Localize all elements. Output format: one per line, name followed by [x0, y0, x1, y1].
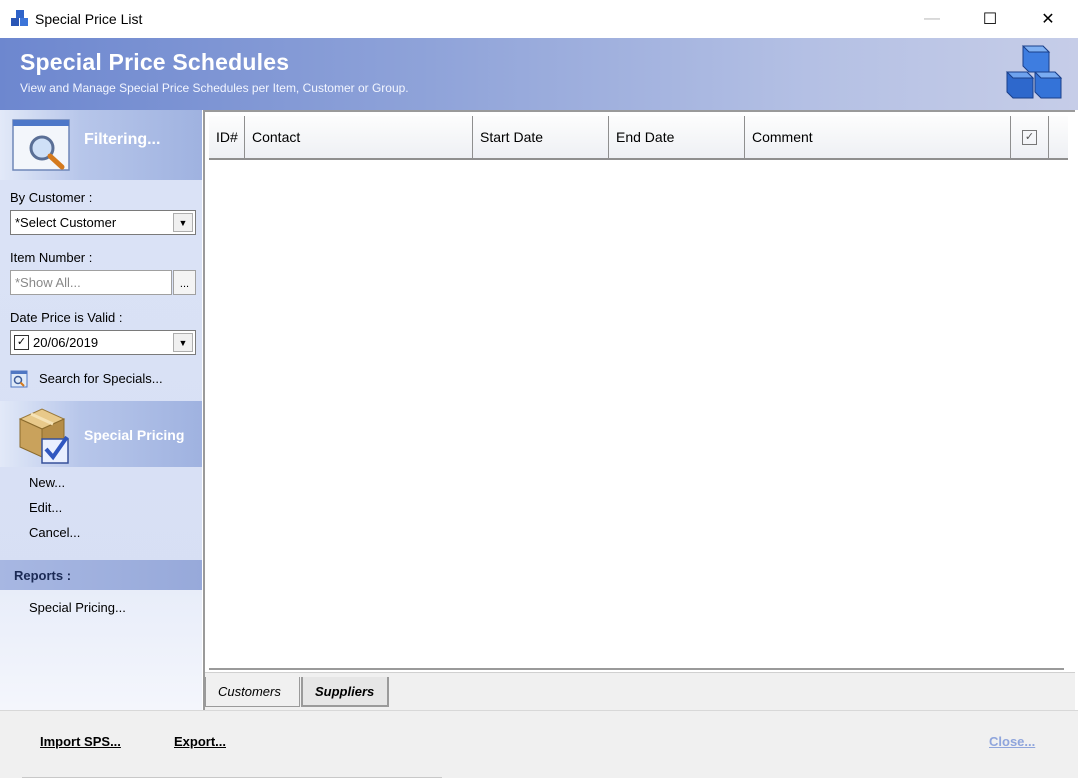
column-header-comment[interactable]: Comment	[745, 116, 1011, 158]
reports-heading: Reports :	[14, 568, 72, 583]
special-pricing-report-link[interactable]: Special Pricing...	[29, 600, 126, 615]
minimize-button[interactable]: —	[903, 0, 961, 38]
chevron-down-icon[interactable]: ▼	[173, 213, 193, 232]
left-panel: Filtering... By Customer : *Select Custo…	[0, 110, 202, 710]
customer-select[interactable]: *Select Customer ▼	[10, 210, 196, 235]
header-checkbox[interactable]: ✓	[1022, 129, 1037, 145]
cubes-logo-icon	[1005, 45, 1063, 99]
close-link[interactable]: Close...	[989, 734, 1035, 749]
item-number-input[interactable]: *Show All...	[10, 270, 172, 295]
search-specials-link[interactable]: Search for Specials...	[10, 370, 200, 390]
footer-bar: Import SPS... Export... Close...	[0, 710, 1078, 778]
cancel-special-link[interactable]: Cancel...	[29, 525, 80, 540]
customer-select-value: *Select Customer	[15, 215, 117, 230]
special-pricing-header: Special Pricing	[0, 401, 202, 467]
edit-special-link[interactable]: Edit...	[29, 500, 62, 515]
box-check-icon	[18, 408, 69, 464]
window-title: Special Price List	[35, 11, 143, 27]
grid-bottom-border	[209, 668, 1064, 670]
tab-suppliers[interactable]: Suppliers	[301, 677, 389, 707]
tabs-bar: Customers Suppliers	[205, 672, 1075, 712]
search-specials-label: Search for Specials...	[39, 371, 163, 386]
item-number-label: Item Number :	[10, 250, 93, 265]
header-banner: Special Price Schedules View and Manage …	[0, 38, 1078, 110]
date-enabled-checkbox[interactable]: ✓	[14, 335, 29, 350]
import-sps-link[interactable]: Import SPS...	[40, 734, 121, 749]
page-title: Special Price Schedules	[20, 49, 290, 75]
app-cubes-icon	[11, 10, 28, 26]
price-schedule-grid: ID# Contact Start Date End Date Comment …	[203, 110, 1075, 712]
filtering-heading: Filtering...	[84, 131, 161, 148]
grid-header: ID# Contact Start Date End Date Comment …	[209, 116, 1068, 160]
chevron-down-icon[interactable]: ▼	[173, 333, 193, 352]
column-header-end-date[interactable]: End Date	[609, 116, 745, 158]
item-number-placeholder: *Show All...	[15, 275, 81, 290]
export-link[interactable]: Export...	[174, 734, 226, 749]
item-browse-button[interactable]: ...	[173, 270, 196, 295]
filtering-header: Filtering...	[0, 110, 202, 180]
tab-customers[interactable]: Customers	[205, 677, 300, 707]
maximize-button[interactable]: ☐	[961, 0, 1019, 38]
date-valid-label: Date Price is Valid :	[10, 310, 123, 325]
close-window-button[interactable]: ✕	[1019, 0, 1077, 38]
special-pricing-heading: Special Pricing	[84, 427, 185, 443]
column-header-start-date[interactable]: Start Date	[473, 116, 609, 158]
reports-header: Reports :	[0, 560, 202, 590]
column-header-id[interactable]: ID#	[209, 116, 245, 158]
column-header-contact[interactable]: Contact	[245, 116, 473, 158]
window-titlebar: Special Price List — ☐ ✕	[0, 0, 1078, 38]
search-window-icon	[10, 370, 28, 388]
magnifier-window-icon	[12, 119, 70, 171]
column-header-check[interactable]: ✓	[1011, 116, 1049, 158]
reports-panel: Special Pricing...	[0, 590, 202, 710]
grid-body[interactable]	[209, 160, 1064, 668]
date-picker[interactable]: ✓ 20/06/2019 ▼	[10, 330, 196, 355]
new-special-link[interactable]: New...	[29, 475, 65, 490]
by-customer-label: By Customer :	[10, 190, 93, 205]
page-subtitle: View and Manage Special Price Schedules …	[20, 81, 409, 95]
date-value: 20/06/2019	[33, 335, 99, 350]
